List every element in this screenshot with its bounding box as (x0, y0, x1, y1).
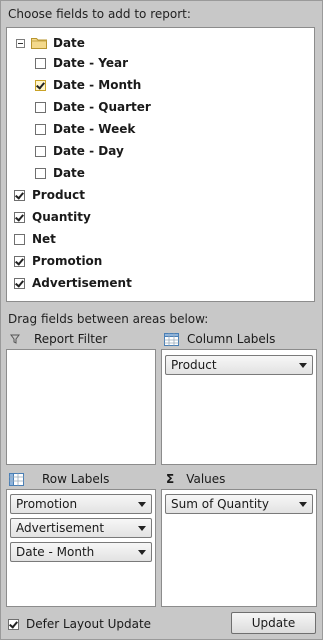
field-net[interactable]: Net (14, 230, 56, 248)
defer-layout-update[interactable]: Defer Layout Update (8, 617, 151, 631)
area-label: Column Labels (187, 332, 276, 346)
field-label: Advertisement (32, 276, 132, 290)
checkbox[interactable] (35, 167, 46, 179)
row-field-advertisement-dropdown[interactable]: Advertisement (10, 518, 152, 538)
field-promotion[interactable]: Promotion (14, 252, 102, 270)
checkbox[interactable] (35, 57, 46, 69)
checkbox[interactable] (35, 145, 46, 157)
dropdown-label: Promotion (16, 497, 78, 511)
field-label: Date - Day (53, 144, 124, 158)
field-date[interactable]: Date (35, 164, 85, 182)
field-label: Date - Month (53, 78, 142, 92)
defer-label: Defer Layout Update (26, 617, 152, 631)
field-label: Promotion (32, 254, 103, 268)
dropdown-label: Date - Month (16, 545, 95, 559)
field-date-year[interactable]: Date - Year (35, 54, 128, 72)
checkbox[interactable] (14, 277, 25, 289)
field-date-week[interactable]: Date - Week (35, 120, 135, 138)
defer-checkbox[interactable] (8, 618, 19, 630)
field-advertisement[interactable]: Advertisement (14, 274, 132, 292)
collapse-icon[interactable] (16, 38, 25, 48)
field-label: Net (32, 232, 56, 246)
folder-icon (31, 38, 47, 49)
field-label: Date (53, 36, 85, 50)
field-date-quarter[interactable]: Date - Quarter (35, 98, 151, 116)
field-list-heading: Choose fields to add to report: (8, 7, 191, 21)
column-field-product-dropdown[interactable]: Product (165, 355, 313, 375)
update-button[interactable]: Update (231, 612, 316, 634)
report-filter-header: Report Filter (10, 332, 107, 346)
checkbox[interactable] (35, 79, 46, 91)
field-label: Date - Week (53, 122, 136, 136)
chevron-down-icon (138, 526, 146, 531)
area-label: Report Filter (34, 332, 108, 346)
field-group-date[interactable]: Date (16, 34, 85, 52)
field-label: Date (53, 166, 85, 180)
chevron-down-icon (138, 550, 146, 555)
values-header: Σ Values (166, 472, 225, 486)
field-date-day[interactable]: Date - Day (35, 142, 124, 160)
field-date-month[interactable]: Date - Month (35, 76, 141, 94)
area-label: Values (186, 472, 226, 486)
row-labels-area[interactable]: Promotion Advertisement Date - Month (6, 489, 156, 607)
checkbox[interactable] (14, 255, 25, 267)
chevron-down-icon (138, 502, 146, 507)
field-quantity[interactable]: Quantity (14, 208, 91, 226)
column-grid-icon (164, 332, 179, 346)
dropdown-label: Advertisement (16, 521, 105, 535)
chevron-down-icon (299, 363, 307, 368)
field-label: Quantity (32, 210, 91, 224)
checkbox[interactable] (14, 211, 25, 223)
dropdown-label: Product (171, 358, 217, 372)
field-product[interactable]: Product (14, 186, 85, 204)
filter-icon (10, 334, 20, 344)
checkbox[interactable] (14, 233, 25, 245)
areas-heading: Drag fields between areas below: (8, 312, 209, 326)
field-label: Date - Quarter (53, 100, 151, 114)
sigma-icon: Σ (166, 472, 175, 486)
values-area[interactable]: Sum of Quantity (161, 489, 317, 607)
column-labels-area[interactable]: Product (161, 349, 317, 465)
field-label: Product (32, 188, 85, 202)
dropdown-label: Sum of Quantity (171, 497, 269, 511)
row-labels-header: Row Labels (9, 472, 109, 486)
checkbox[interactable] (14, 189, 25, 201)
row-field-date-month-dropdown[interactable]: Date - Month (10, 542, 152, 562)
area-label: Row Labels (42, 472, 110, 486)
row-field-promotion-dropdown[interactable]: Promotion (10, 494, 152, 514)
checkbox[interactable] (35, 123, 46, 135)
values-field-sum-quantity-dropdown[interactable]: Sum of Quantity (165, 494, 313, 514)
field-label: Date - Year (53, 56, 129, 70)
field-list-panel: Date Date - Year Date - Month Date - Qua… (6, 27, 315, 302)
checkbox[interactable] (35, 101, 46, 113)
report-filter-area[interactable] (6, 349, 156, 465)
column-labels-header: Column Labels (164, 332, 275, 346)
chevron-down-icon (299, 502, 307, 507)
row-grid-icon (9, 472, 24, 486)
